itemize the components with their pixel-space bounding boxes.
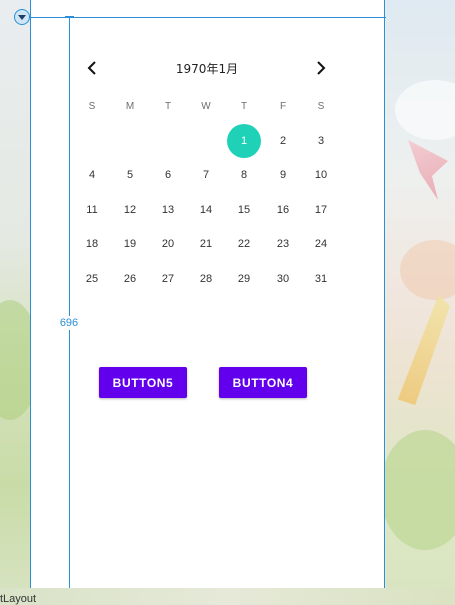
calendar-day[interactable]: 25 [75,262,109,296]
calendar-day[interactable]: 4 [75,158,109,192]
constraint-guide-tick [65,16,74,18]
constraint-guide-line[interactable] [69,17,70,588]
calendar-day[interactable]: 31 [304,262,338,296]
calendar-day[interactable]: 29 [227,262,261,296]
calendar-day[interactable]: 19 [113,227,147,261]
calendar-day[interactable]: 9 [266,158,300,192]
calendar-day[interactable]: 20 [151,227,185,261]
calendar-day[interactable]: 15 [227,193,261,227]
weekday-label: T [164,101,172,112]
calendar-day[interactable]: 11 [75,193,109,227]
weekday-row: SMTWTFS [73,101,341,115]
weekday-label: T [240,101,248,112]
calendar-day[interactable]: 7 [189,158,223,192]
calendar-day[interactable]: 5 [113,158,147,192]
calendar-day[interactable]: 23 [266,227,300,261]
dimension-label: 696 [57,316,81,330]
calendar-day[interactable]: 10 [304,158,338,192]
calendar-view: 1970年1月 SMTWTFS 1 2 3 4 5 6 7 8 9 10 11 12 13 14 15 16 1… [73,50,341,285]
weekday-label: W [201,101,211,112]
calendar-day-selected[interactable]: 1 [227,124,261,158]
calendar-day[interactable]: 16 [266,193,300,227]
calendar-day[interactable]: 30 [266,262,300,296]
calendar-day[interactable]: 6 [151,158,185,192]
calendar-day[interactable]: 22 [227,227,261,261]
bottom-strip [0,588,455,605]
anchor-dropdown-icon[interactable] [14,9,30,25]
calendar-day[interactable]: 27 [151,262,185,296]
calendar-day[interactable]: 3 [304,124,338,158]
calendar-day[interactable]: 8 [227,158,261,192]
chevron-right-icon [317,61,326,75]
calendar-day[interactable]: 18 [75,227,109,261]
component-tree-label: tLayout [0,593,37,605]
weekday-label: S [88,101,96,112]
next-month-button[interactable] [311,58,331,78]
calendar-day[interactable]: 2 [266,124,300,158]
frame-top-border [30,17,386,18]
button4[interactable]: BUTTON4 [219,367,307,398]
calendar-day[interactable]: 14 [189,193,223,227]
button5[interactable]: BUTTON5 [99,367,187,398]
calendar-day[interactable]: 28 [189,262,223,296]
month-title: 1970年1月 [175,62,239,76]
calendar-day[interactable]: 13 [151,193,185,227]
day-grid: 1 2 3 4 5 6 7 8 9 10 11 12 13 14 15 16 17 18 19 20 21 22 23 24 2… [73,122,341,302]
weekday-label: S [317,101,325,112]
calendar-day[interactable]: 26 [113,262,147,296]
calendar-day[interactable]: 12 [113,193,147,227]
calendar-day[interactable]: 21 [189,227,223,261]
weekday-label: M [125,101,135,112]
calendar-header: 1970年1月 [73,50,341,86]
calendar-day[interactable]: 24 [304,227,338,261]
weekday-label: F [279,101,287,112]
calendar-day[interactable]: 17 [304,193,338,227]
